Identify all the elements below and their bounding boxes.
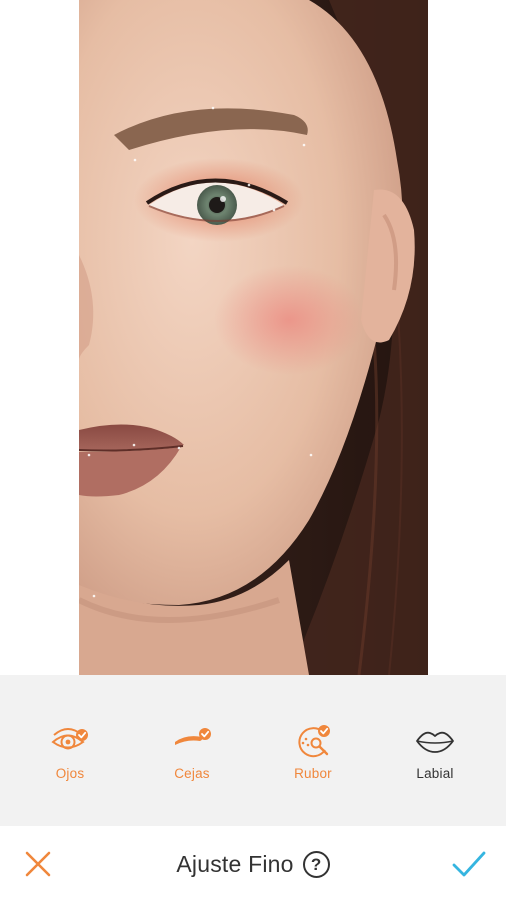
tool-blush-label: Rubor bbox=[294, 766, 332, 781]
tool-eyes[interactable]: Ojos bbox=[25, 721, 115, 785]
photo-canvas bbox=[0, 0, 506, 675]
tool-eyebrows[interactable]: Cejas bbox=[147, 721, 237, 785]
eyebrow-check-icon bbox=[170, 721, 214, 761]
checkmark-icon bbox=[452, 851, 486, 877]
tool-lipstick[interactable]: Labial bbox=[390, 721, 480, 785]
title-group: Ajuste Fino ? bbox=[0, 848, 506, 880]
app-screen: Ojos Cejas Rubor Labial Ajuste Fino ? bbox=[0, 0, 506, 900]
eye-check-icon bbox=[48, 721, 92, 761]
tool-eyes-label: Ojos bbox=[55, 766, 85, 781]
face-photo-image bbox=[79, 0, 428, 675]
page-title: Ajuste Fino bbox=[176, 850, 294, 877]
face-photo[interactable] bbox=[79, 0, 428, 675]
tool-blush[interactable]: Rubor bbox=[268, 721, 358, 785]
bottom-action-bar: Ajuste Fino ? bbox=[0, 826, 506, 900]
lips-icon bbox=[413, 721, 457, 761]
tool-eyebrows-label: Cejas bbox=[174, 766, 210, 781]
makeup-tool-strip: Ojos Cejas Rubor Labial bbox=[0, 675, 506, 826]
help-button[interactable]: ? bbox=[302, 850, 330, 878]
tool-lipstick-label: Labial bbox=[416, 766, 454, 781]
confirm-button[interactable] bbox=[451, 848, 487, 880]
blush-check-icon bbox=[291, 721, 335, 761]
